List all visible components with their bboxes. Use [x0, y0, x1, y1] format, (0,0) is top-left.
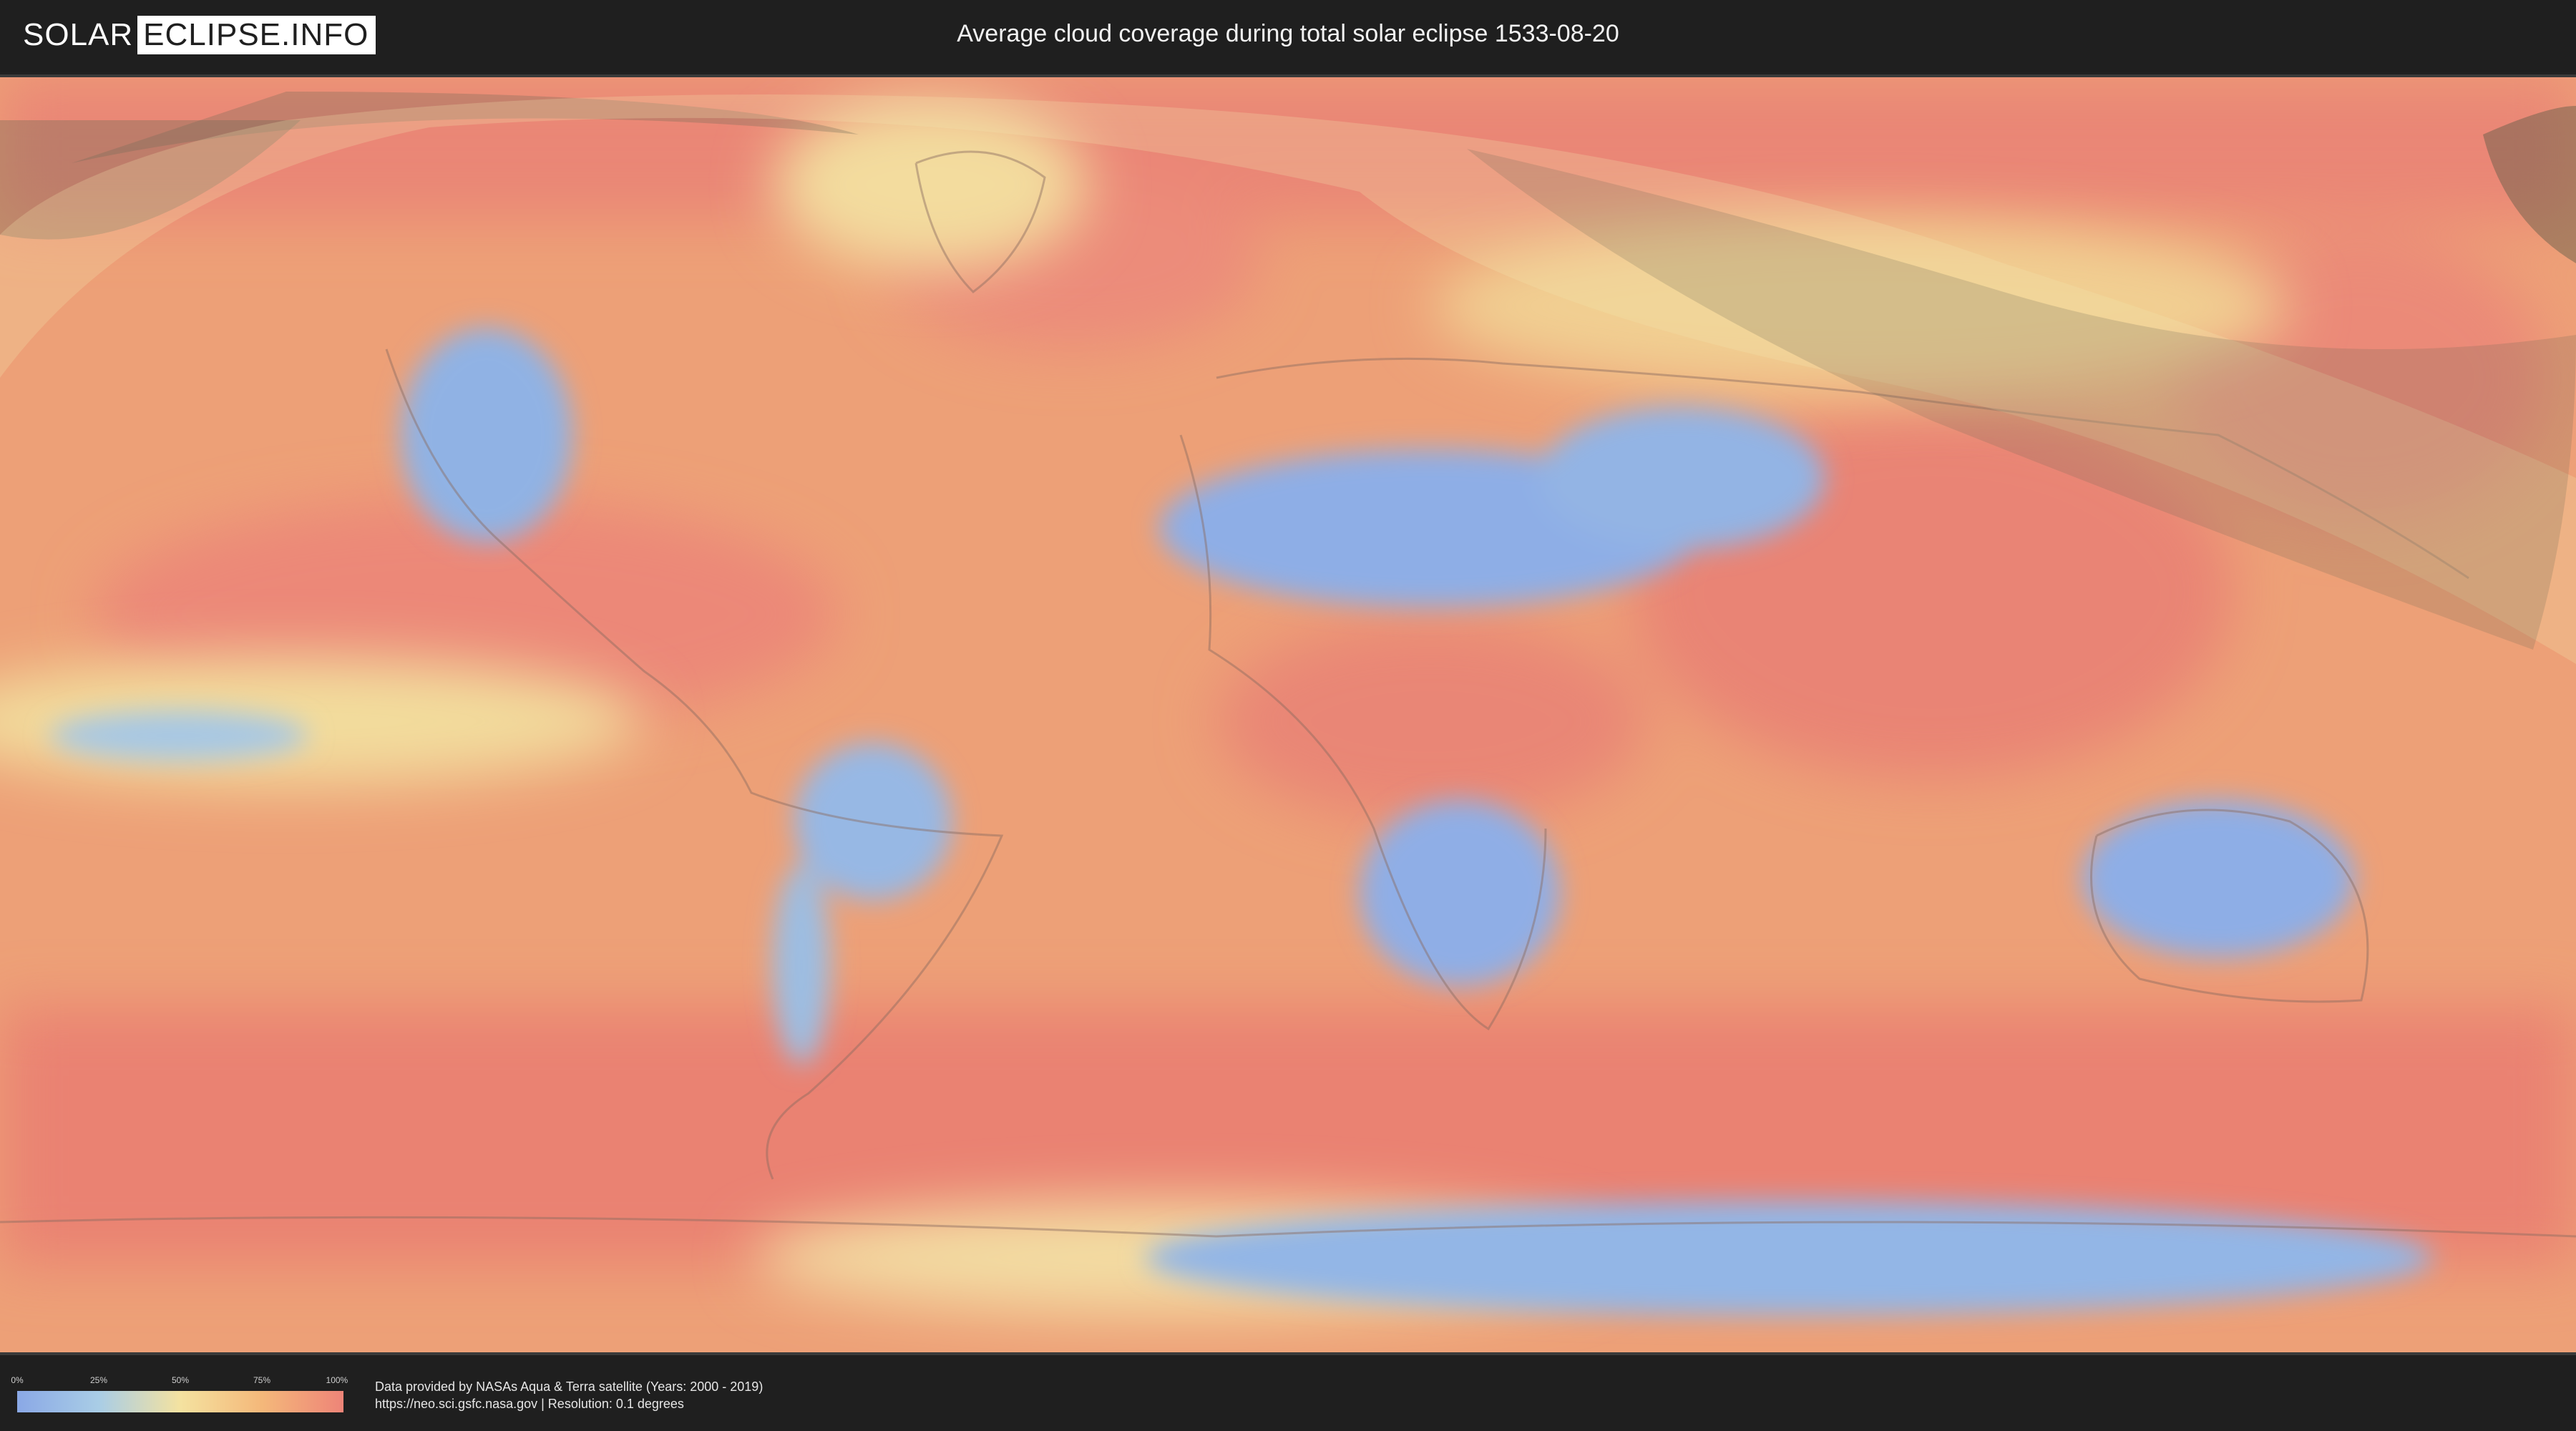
cloud-coverage-map[interactable] [0, 74, 2576, 1355]
data-credits: Data provided by NASAs Aqua & Terra sate… [375, 1378, 763, 1412]
credits-line-2[interactable]: https://neo.sci.gsfc.nasa.gov | Resoluti… [375, 1395, 763, 1412]
legend-tick-labels: 0% 25% 50% 75% 100% [11, 1375, 348, 1387]
credits-line-1: Data provided by NASAs Aqua & Terra sate… [375, 1379, 763, 1394]
legend-tick-50: 50% [171, 1375, 190, 1385]
legend-tick-75: 75% [253, 1375, 271, 1385]
legend-color-scale [17, 1391, 343, 1412]
legend-tick-0: 0% [11, 1375, 24, 1385]
page-title: Average cloud coverage during total sola… [957, 20, 1619, 47]
world-map-svg [0, 77, 2576, 1352]
legend-tick-100: 100% [326, 1375, 348, 1385]
legend-tick-25: 25% [89, 1375, 108, 1385]
header-bar: SOLAR ECLIPSE.INFO Average cloud coverag… [0, 0, 2576, 72]
